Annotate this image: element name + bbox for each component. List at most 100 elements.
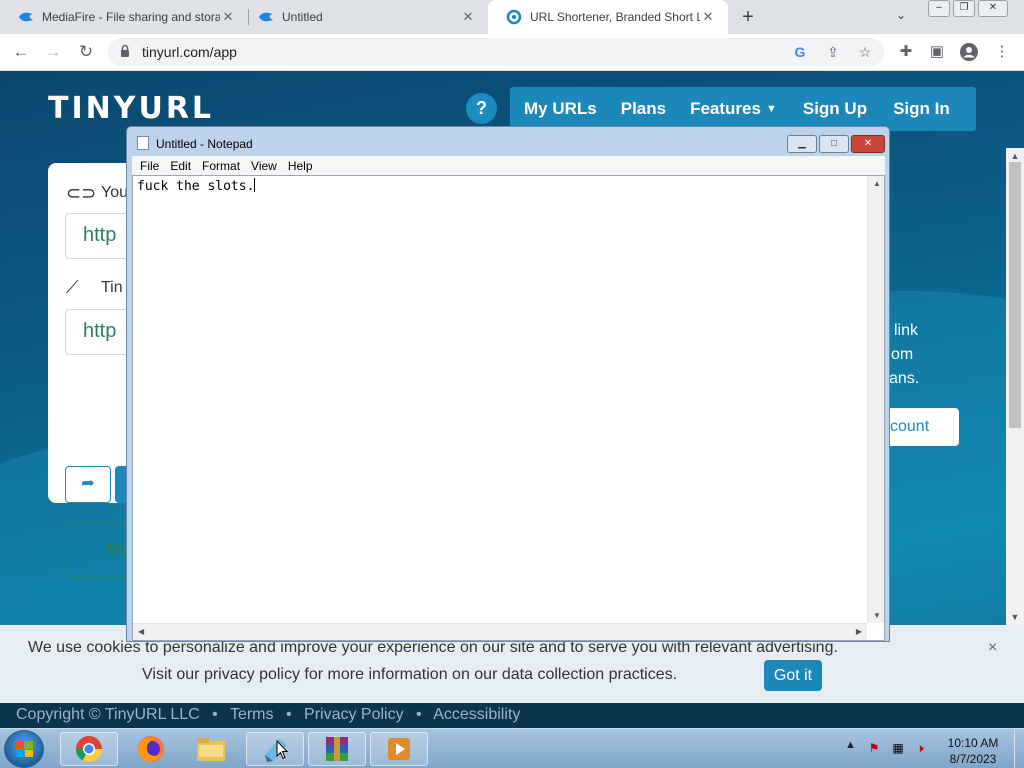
side-panel-icon[interactable]: ▣ [927, 42, 947, 62]
close-tab-icon[interactable]: ✕ [220, 9, 236, 25]
menu-format[interactable]: Format [202, 159, 240, 173]
start-button[interactable] [4, 730, 44, 768]
extensions-icon[interactable]: ✚ [896, 42, 916, 62]
site-footer: Copyright © TinyURL LLC • Terms • Privac… [0, 703, 1024, 728]
menu-kebab-icon[interactable]: ⋮ [992, 42, 1012, 62]
tab-search-icon[interactable]: ⌄ [896, 8, 906, 22]
back-arrow-icon[interactable]: ← [10, 41, 32, 63]
short-url-label: Tin [101, 279, 123, 296]
promo-text-line: om [891, 346, 914, 363]
scroll-up-icon[interactable]: ▲ [1006, 151, 1024, 161]
page-scrollbar[interactable]: ▲ ▼ [1006, 148, 1024, 625]
tinyurl-logo[interactable]: TINYURL [48, 91, 214, 126]
taskbar-media-player[interactable] [370, 732, 428, 766]
menu-file[interactable]: File [140, 159, 159, 173]
clock-date: 8/7/2023 [949, 752, 997, 766]
browser-toolbar: ← → ↻ tinyurl.com/app G ⇪ ☆ ✚ ▣ ⋮ [0, 34, 1024, 71]
menu-help[interactable]: Help [288, 159, 313, 173]
reload-icon[interactable]: ↻ [75, 41, 97, 63]
minimize-icon[interactable]: ▁ [787, 135, 817, 153]
close-tab-icon[interactable]: ✕ [460, 9, 476, 25]
winrar-icon [326, 737, 348, 761]
notepad-content: fuck the slots. [137, 179, 255, 194]
tab-untitled[interactable]: Untitled ✕ [240, 0, 488, 34]
show-hidden-icons[interactable]: ▲ [845, 739, 856, 751]
scroll-right-icon[interactable]: ▶ [856, 627, 862, 636]
taskbar-firefox[interactable] [122, 732, 180, 766]
tab-title: URL Shortener, Branded Short Links [530, 10, 700, 24]
cookie-privacy-text: Visit our privacy policy for more inform… [142, 666, 678, 683]
tab-tinyurl[interactable]: URL Shortener, Branded Short Links ✕ [488, 0, 728, 34]
footer-link-accessibility[interactable]: Accessibility [433, 706, 520, 723]
media-player-icon [388, 738, 410, 760]
promo-text-line: link [894, 322, 919, 339]
profile-avatar-icon[interactable] [959, 42, 979, 62]
taskbar-chrome[interactable] [60, 732, 118, 766]
close-window-icon[interactable]: ✕ [978, 0, 1008, 17]
mouse-cursor-icon [276, 740, 288, 760]
nav-plans[interactable]: Plans [621, 99, 666, 119]
tab-mediafire[interactable]: MediaFire - File sharing and storage ✕ [0, 0, 248, 34]
share-button[interactable]: ➦ [65, 466, 111, 503]
url-text: tinyurl.com/app [142, 44, 237, 60]
scroll-left-icon[interactable]: ◀ [138, 627, 144, 636]
new-tab-button[interactable]: + [738, 5, 758, 29]
clock-time: 10:10 AM [947, 736, 999, 750]
forward-arrow-icon[interactable]: → [42, 41, 64, 63]
scroll-down-icon[interactable]: ▼ [873, 611, 881, 620]
notepad-text-area[interactable]: fuck the slots. ▲ ▼ ◀ ▶ [132, 175, 885, 641]
footer-separator: • [212, 706, 218, 723]
text-caret [254, 178, 256, 192]
notepad-window[interactable]: Untitled - Notepad ▁ □ ✕ File Edit Forma… [126, 126, 890, 642]
notepad-title-bar[interactable]: Untitled - Notepad ▁ □ ✕ [127, 127, 889, 157]
copyright-text: Copyright © TinyURL LLC [16, 706, 200, 723]
nav-my-urls[interactable]: My URLs [524, 99, 597, 119]
nav-features[interactable]: Features [690, 99, 761, 119]
show-desktop-button[interactable] [1014, 729, 1024, 768]
chevron-down-icon: ▼ [765, 103, 777, 115]
action-center-icon[interactable]: ⚑ [866, 740, 882, 756]
maximize-icon[interactable]: □ [819, 135, 849, 153]
windows-taskbar: ▲ ⚑ ▦ 🕨 10:10 AM 8/7/2023 [0, 728, 1024, 768]
share-icon[interactable]: ⇪ [824, 43, 842, 61]
site-nav: My URLs Plans Features ▼ Sign Up Sign In [510, 87, 976, 131]
notepad-title: Untitled - Notepad [156, 137, 253, 151]
browser-tab-strip: MediaFire - File sharing and storage ✕ U… [0, 0, 1024, 34]
chrome-icon [75, 736, 103, 763]
mediafire-icon [258, 9, 274, 25]
taskbar-explorer[interactable] [182, 732, 240, 766]
got-it-button[interactable]: Got it [764, 660, 822, 691]
windows-logo-icon [16, 741, 33, 757]
footer-link-privacy[interactable]: Privacy Policy [304, 706, 404, 723]
address-bar[interactable]: tinyurl.com/app G ⇪ ☆ [108, 38, 884, 66]
close-window-icon[interactable]: ✕ [851, 135, 885, 153]
close-icon[interactable]: × [988, 639, 997, 657]
bookmark-star-icon[interactable]: ☆ [856, 43, 874, 61]
scroll-up-icon[interactable]: ▲ [873, 179, 881, 188]
help-icon[interactable]: ? [466, 93, 497, 124]
scrollbar-thumb[interactable] [1009, 162, 1021, 428]
network-icon[interactable]: ▦ [890, 740, 906, 756]
horizontal-scrollbar[interactable]: ◀ ▶ [133, 623, 867, 640]
file-explorer-icon [197, 738, 225, 761]
system-clock[interactable]: 10:10 AM 8/7/2023 [936, 735, 1010, 767]
notepad-menu-bar: File Edit Format View Help [132, 156, 885, 175]
close-tab-icon[interactable]: ✕ [700, 9, 716, 25]
google-lens-icon[interactable]: G [791, 43, 809, 61]
taskbar-notepad[interactable] [246, 732, 304, 766]
taskbar-winrar[interactable] [308, 732, 366, 766]
footer-link-terms[interactable]: Terms [230, 706, 274, 723]
tinyurl-icon [506, 9, 522, 25]
link-icon: ⊂⊃ [66, 183, 97, 203]
restore-icon[interactable]: ❐ [953, 0, 975, 17]
menu-view[interactable]: View [251, 159, 277, 173]
tab-title: MediaFire - File sharing and storage [42, 10, 220, 24]
volume-muted-icon[interactable]: 🕨 [912, 740, 928, 756]
minimize-icon[interactable]: – [928, 0, 950, 17]
nav-sign-up[interactable]: Sign Up [803, 99, 867, 119]
notepad-icon [137, 136, 149, 150]
scroll-down-icon[interactable]: ▼ [1006, 612, 1024, 622]
menu-edit[interactable]: Edit [170, 159, 191, 173]
nav-sign-in[interactable]: Sign In [893, 99, 950, 119]
vertical-scrollbar[interactable]: ▲ ▼ [867, 176, 884, 623]
